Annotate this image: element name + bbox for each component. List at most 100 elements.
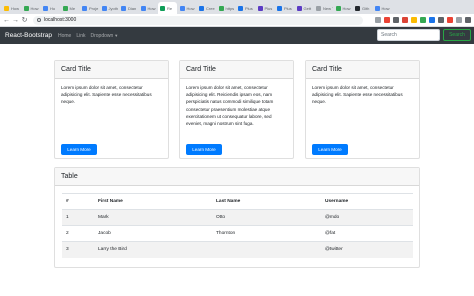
caret-down-icon: ▼: [114, 32, 119, 38]
table-cell: Thornton: [212, 225, 321, 242]
search-button[interactable]: Search: [443, 29, 471, 41]
extension-icon[interactable]: [411, 17, 417, 23]
extension-icon[interactable]: [456, 17, 462, 23]
tab-favicon-icon: [218, 5, 224, 11]
extension-icon[interactable]: [393, 17, 399, 23]
browser-tab-strip: How How Ho Me Proje Jyoth Dian How Re How Cree http…: [0, 0, 474, 14]
table-cell: Larry the Bird: [94, 241, 212, 258]
browser-tab[interactable]: How: [334, 2, 353, 14]
extension-icon[interactable]: [438, 17, 444, 23]
browser-tab[interactable]: https: [217, 2, 236, 14]
browser-tab-label: Plus: [245, 5, 253, 11]
tab-favicon-icon: [23, 5, 29, 11]
table-row: 1 Mark Otto @mdo: [62, 209, 413, 226]
nav-link-link[interactable]: Link: [76, 33, 85, 39]
browser-tab-label: Jyoth: [108, 5, 119, 11]
table-cell: Mark: [94, 209, 212, 226]
forward-icon[interactable]: →: [12, 16, 19, 25]
browser-tab-label: How: [342, 5, 351, 11]
browser-tab[interactable]: Me: [61, 2, 80, 14]
tab-favicon-icon: [43, 5, 48, 11]
tab-favicon-icon: [277, 5, 282, 11]
browser-tab-label: How: [11, 5, 20, 11]
browser-tab[interactable]: How: [22, 2, 41, 14]
browser-tab[interactable]: Ho: [41, 2, 60, 14]
reload-icon[interactable]: ↻: [21, 16, 28, 25]
browser-tab[interactable]: How: [2, 2, 21, 14]
tab-favicon-icon: [121, 5, 126, 11]
extension-icon[interactable]: [447, 17, 453, 23]
tab-favicon-icon: [374, 5, 380, 11]
browser-tab[interactable]: Jyoth: [100, 2, 119, 14]
url-text: localhost:3000: [44, 17, 77, 23]
browser-tab-label: How: [381, 5, 390, 11]
back-icon[interactable]: ←: [3, 16, 10, 25]
nav-dropdown[interactable]: Dropdown▼: [91, 33, 119, 39]
table-card-title: Table: [55, 168, 419, 186]
table-cell: [212, 241, 321, 258]
tab-favicon-icon: [199, 5, 204, 11]
column-header: Username: [321, 193, 413, 210]
extension-icon[interactable]: [420, 17, 426, 23]
table-cell: 1: [62, 209, 94, 226]
browser-tab[interactable]: Plus: [236, 2, 255, 14]
browser-tab[interactable]: How: [178, 2, 197, 14]
browser-tab[interactable]: How: [139, 2, 158, 14]
browser-tab-label: Ho: [50, 5, 56, 11]
table-row: 3 Larry the Bird @twitter: [62, 241, 413, 258]
extensions-area: [372, 17, 471, 23]
data-table: # First Name Last Name Username 1 Mark O…: [62, 193, 413, 258]
browser-tab[interactable]: Plus: [275, 2, 294, 14]
tab-favicon-icon: [140, 5, 146, 11]
extension-icon[interactable]: [402, 17, 408, 23]
tab-favicon-icon: [355, 5, 360, 11]
browser-tab[interactable]: Plus: [256, 2, 275, 14]
card: Card Title Lorem ipsum dolor sit amet, c…: [179, 60, 294, 159]
tab-favicon-icon: [316, 5, 321, 11]
tab-favicon-icon: [257, 5, 263, 11]
site-info-icon[interactable]: [37, 18, 41, 22]
browser-tab-label: How: [147, 5, 156, 11]
tab-favicon-icon: [238, 5, 243, 11]
column-header: First Name: [94, 193, 212, 210]
learn-more-button[interactable]: Learn More: [61, 144, 97, 155]
card-title: Card Title: [55, 61, 168, 79]
browser-tab-label: Re: [167, 5, 173, 11]
table-cell: @twitter: [321, 241, 413, 258]
browser-tab-label: Dian: [128, 5, 137, 11]
table-card: Table # First Name Last Name Username 1 …: [54, 167, 420, 268]
extension-icon[interactable]: [384, 17, 390, 23]
browser-tab[interactable]: Proje: [80, 2, 99, 14]
browser-tab-label: Plus: [284, 5, 292, 11]
browser-tab[interactable]: Cree: [197, 2, 216, 14]
browser-tab-label: Plus: [264, 5, 273, 11]
table-cell: Otto: [212, 209, 321, 226]
card-text: Lorem ipsum dolor sit amet, consectetur …: [61, 85, 152, 105]
learn-more-button[interactable]: Learn More: [186, 144, 222, 155]
browser-tab[interactable]: New Tab: [314, 2, 333, 14]
tab-favicon-icon: [296, 5, 302, 11]
browser-tab[interactable]: Dian: [119, 2, 138, 14]
browser-tab[interactable]: Re: [158, 2, 177, 14]
table-header-row: # First Name Last Name Username: [62, 193, 413, 210]
address-bar[interactable]: localhost:3000: [33, 15, 363, 25]
browser-tab-label: New Tab: [323, 5, 333, 11]
browser-tab[interactable]: How: [373, 2, 392, 14]
card: Card Title Lorem ipsum dolor sit amet, c…: [305, 60, 420, 159]
tab-favicon-icon: [62, 5, 68, 11]
extension-icon[interactable]: [375, 17, 381, 23]
browser-tab[interactable]: Gett: [295, 2, 314, 14]
nav-link-home[interactable]: Home: [58, 33, 71, 39]
browser-tab-label: Me: [69, 5, 76, 11]
browser-tab[interactable]: Gith: [353, 2, 372, 14]
card: Card Title Lorem ipsum dolor sit amet, c…: [54, 60, 169, 159]
search-input[interactable]: [377, 29, 440, 41]
extension-icon[interactable]: [429, 17, 435, 23]
column-header: Last Name: [212, 193, 321, 210]
extension-icon[interactable]: [465, 17, 471, 23]
learn-more-button[interactable]: Learn More: [312, 144, 348, 155]
browser-tab-label: Cree: [206, 5, 215, 11]
app-navbar: React-Bootstrap Home Link Dropdown▼ Sear…: [0, 27, 474, 44]
tab-favicon-icon: [335, 5, 341, 11]
navbar-brand[interactable]: React-Bootstrap: [5, 32, 52, 39]
